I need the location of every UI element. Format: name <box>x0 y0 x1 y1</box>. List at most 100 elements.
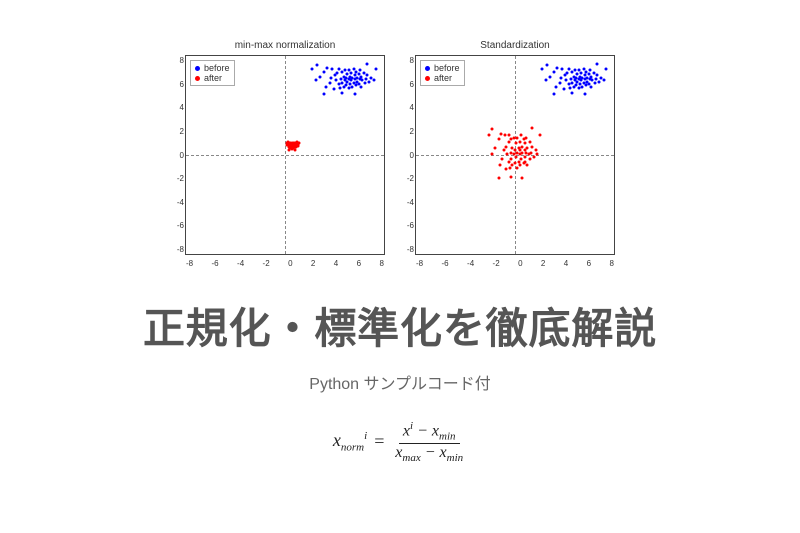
tick-label: 0 <box>410 151 414 160</box>
data-point <box>567 68 570 71</box>
data-point <box>577 86 580 89</box>
data-point <box>353 93 356 96</box>
data-point <box>602 79 605 82</box>
data-point <box>503 134 506 137</box>
data-point <box>568 86 571 89</box>
numerator: xi − xmin <box>399 420 460 444</box>
data-point <box>592 71 595 74</box>
data-point <box>535 149 538 152</box>
data-point <box>340 78 343 81</box>
tick-label: -2 <box>407 174 414 183</box>
data-point <box>337 68 340 71</box>
tick-label: 4 <box>410 103 414 112</box>
data-point <box>293 148 296 151</box>
data-point <box>315 79 318 82</box>
data-point <box>567 83 570 86</box>
data-point <box>541 68 544 71</box>
data-point <box>605 68 608 71</box>
var-x: x <box>432 422 439 439</box>
legend-label-after: after <box>434 73 452 83</box>
data-point <box>322 93 325 96</box>
data-point <box>505 168 508 171</box>
data-point <box>520 158 523 161</box>
data-point <box>597 80 600 83</box>
page-subtitle: Python サンプルコード付 <box>309 370 490 394</box>
x-ticks: -8-6-4-202468 <box>186 259 384 268</box>
data-point <box>520 134 523 137</box>
legend-label-before: before <box>434 63 460 73</box>
tick-label: 6 <box>180 80 184 89</box>
y-ticks: -8-6-4-202468 <box>400 56 414 254</box>
data-point <box>555 85 558 88</box>
data-point <box>565 79 568 82</box>
tick-label: 4 <box>334 259 338 268</box>
data-point <box>510 158 513 161</box>
tick-label: -4 <box>177 198 184 207</box>
tick-label: -2 <box>263 259 270 268</box>
data-point <box>526 164 529 167</box>
data-point <box>297 141 300 144</box>
data-point <box>518 164 521 167</box>
fraction: xi − xmin xmax − xmin <box>391 420 467 464</box>
data-point <box>286 141 289 144</box>
tick-label: -4 <box>467 259 474 268</box>
tick-label: 4 <box>564 259 568 268</box>
chart-title: min-max normalization <box>235 40 336 51</box>
data-point <box>343 69 346 72</box>
scatter-plot-standardization: before after -8-6-4-202468 -8-6-4-202468 <box>415 55 615 255</box>
data-point <box>507 140 510 143</box>
data-point <box>516 166 519 169</box>
tick-label: 2 <box>541 259 545 268</box>
data-point <box>521 151 524 154</box>
sub-max: max <box>402 452 420 464</box>
sub-min: min <box>447 452 464 464</box>
data-point <box>546 64 549 67</box>
tick-label: 8 <box>609 259 613 268</box>
legend-swatch-before <box>195 66 200 71</box>
data-point <box>332 88 335 91</box>
tick-label: -6 <box>442 259 449 268</box>
data-point <box>581 85 584 88</box>
chart-title: Standardization <box>480 40 550 51</box>
data-point <box>507 134 510 137</box>
data-point <box>525 136 528 139</box>
data-point <box>506 153 509 156</box>
data-point <box>502 149 505 152</box>
data-point <box>596 63 599 66</box>
data-point <box>367 80 370 83</box>
data-point <box>322 70 325 73</box>
tick-label: -2 <box>177 174 184 183</box>
data-point <box>526 146 529 149</box>
data-point <box>561 68 564 71</box>
data-point <box>523 155 526 158</box>
data-point <box>532 155 535 158</box>
tick-label: -2 <box>493 259 500 268</box>
data-point <box>338 86 341 89</box>
data-point <box>515 141 518 144</box>
data-point <box>337 83 340 86</box>
tick-label: -8 <box>186 259 193 268</box>
data-point <box>328 81 331 84</box>
data-point <box>341 81 344 84</box>
tick-label: -8 <box>177 245 184 254</box>
tick-label: 0 <box>288 259 292 268</box>
data-point <box>512 136 515 139</box>
equals: = <box>373 431 385 452</box>
data-point <box>375 68 378 71</box>
data-point <box>330 76 333 79</box>
data-point <box>590 85 593 88</box>
data-point <box>518 140 521 143</box>
legend-swatch-after <box>195 76 200 81</box>
data-point <box>505 145 508 148</box>
data-point <box>360 75 363 78</box>
data-point <box>351 85 354 88</box>
data-point <box>493 146 496 149</box>
data-point <box>326 66 329 69</box>
data-point <box>516 136 519 139</box>
data-point <box>593 81 596 84</box>
data-point <box>531 145 534 148</box>
tick-label: -8 <box>407 245 414 254</box>
data-point <box>521 145 524 148</box>
data-point <box>487 134 490 137</box>
data-point <box>333 74 336 77</box>
